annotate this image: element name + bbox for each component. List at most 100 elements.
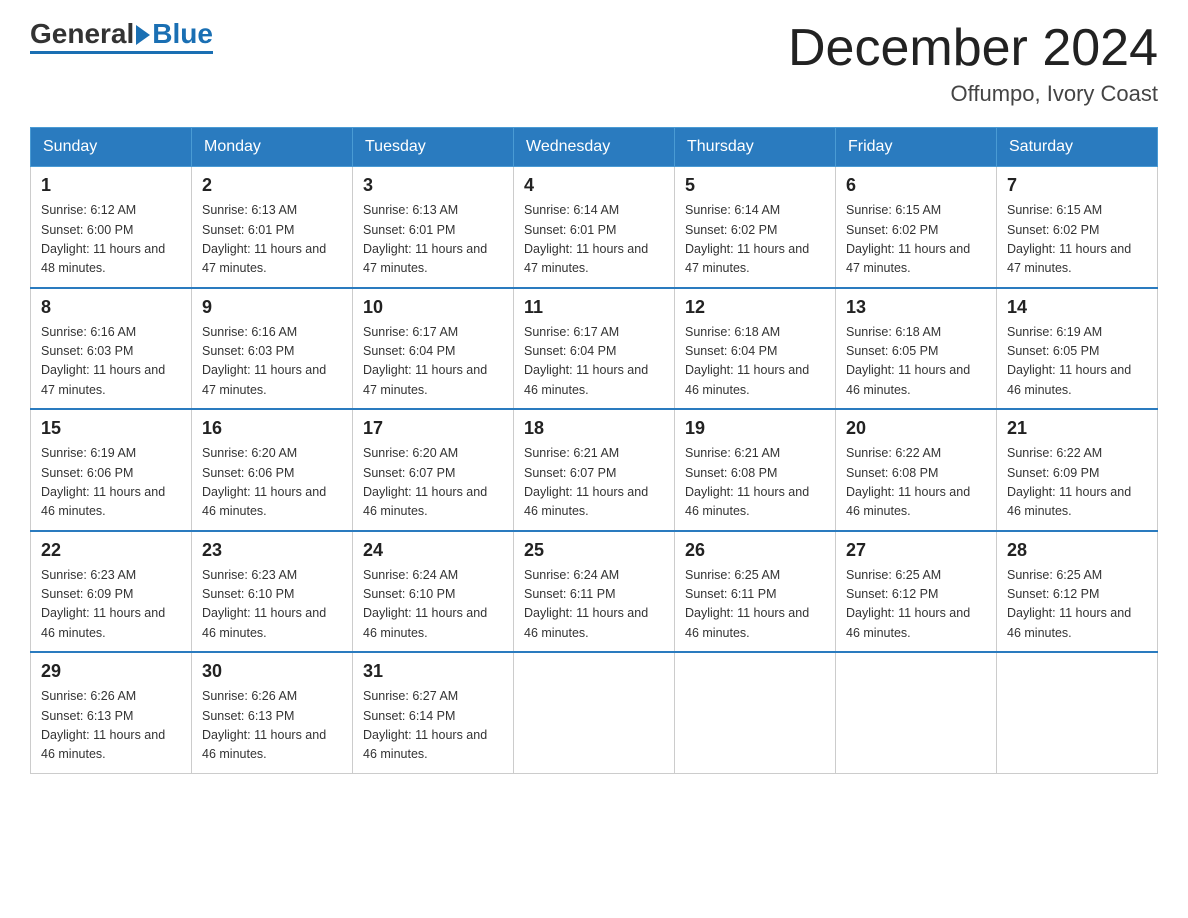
- day-info: Sunrise: 6:13 AMSunset: 6:01 PMDaylight:…: [363, 201, 503, 279]
- calendar-cell: 13 Sunrise: 6:18 AMSunset: 6:05 PMDayligh…: [836, 288, 997, 410]
- day-info: Sunrise: 6:19 AMSunset: 6:06 PMDaylight:…: [41, 444, 181, 522]
- calendar-table: SundayMondayTuesdayWednesdayThursdayFrid…: [30, 127, 1158, 774]
- calendar-cell: 12 Sunrise: 6:18 AMSunset: 6:04 PMDayligh…: [675, 288, 836, 410]
- calendar-cell: 1Sunrise: 6:12 AMSunset: 6:00 PMDaylight…: [31, 167, 192, 288]
- day-number: 30: [202, 661, 342, 682]
- calendar-cell: 23 Sunrise: 6:23 AMSunset: 6:10 PMDayligh…: [192, 531, 353, 653]
- day-number: 25: [524, 540, 664, 561]
- day-info: Sunrise: 6:23 AMSunset: 6:09 PMDaylight:…: [41, 566, 181, 644]
- calendar-cell: [997, 652, 1158, 773]
- calendar-cell: 4 Sunrise: 6:14 AMSunset: 6:01 PMDaylight…: [514, 167, 675, 288]
- day-info: Sunrise: 6:24 AMSunset: 6:11 PMDaylight:…: [524, 566, 664, 644]
- day-number: 15: [41, 418, 181, 439]
- header-saturday: Saturday: [997, 128, 1158, 167]
- calendar-cell: 22 Sunrise: 6:23 AMSunset: 6:09 PMDayligh…: [31, 531, 192, 653]
- day-info: Sunrise: 6:14 AMSunset: 6:01 PMDaylight:…: [524, 201, 664, 279]
- day-info: Sunrise: 6:15 AMSunset: 6:02 PMDaylight:…: [846, 201, 986, 279]
- day-info: Sunrise: 6:19 AMSunset: 6:05 PMDaylight:…: [1007, 323, 1147, 401]
- calendar-cell: 31Sunrise: 6:27 AMSunset: 6:14 PMDayligh…: [353, 652, 514, 773]
- day-number: 2: [202, 175, 342, 196]
- day-info: Sunrise: 6:25 AMSunset: 6:12 PMDaylight:…: [846, 566, 986, 644]
- day-number: 4: [524, 175, 664, 196]
- day-number: 28: [1007, 540, 1147, 561]
- day-number: 19: [685, 418, 825, 439]
- day-info: Sunrise: 6:21 AMSunset: 6:07 PMDaylight:…: [524, 444, 664, 522]
- day-info: Sunrise: 6:14 AMSunset: 6:02 PMDaylight:…: [685, 201, 825, 279]
- day-number: 12: [685, 297, 825, 318]
- day-info: Sunrise: 6:15 AMSunset: 6:02 PMDaylight:…: [1007, 201, 1147, 279]
- logo-underline: [30, 51, 213, 54]
- day-number: 23: [202, 540, 342, 561]
- day-number: 11: [524, 297, 664, 318]
- calendar-cell: 20Sunrise: 6:22 AMSunset: 6:08 PMDayligh…: [836, 409, 997, 531]
- header-tuesday: Tuesday: [353, 128, 514, 167]
- day-info: Sunrise: 6:18 AMSunset: 6:04 PMDaylight:…: [685, 323, 825, 401]
- calendar-cell: 14 Sunrise: 6:19 AMSunset: 6:05 PMDayligh…: [997, 288, 1158, 410]
- day-info: Sunrise: 6:16 AMSunset: 6:03 PMDaylight:…: [41, 323, 181, 401]
- day-number: 14: [1007, 297, 1147, 318]
- day-number: 24: [363, 540, 503, 561]
- day-number: 3: [363, 175, 503, 196]
- day-number: 7: [1007, 175, 1147, 196]
- logo: General Blue: [30, 20, 213, 54]
- day-number: 8: [41, 297, 181, 318]
- calendar-cell: [514, 652, 675, 773]
- day-number: 31: [363, 661, 503, 682]
- day-info: Sunrise: 6:16 AMSunset: 6:03 PMDaylight:…: [202, 323, 342, 401]
- day-number: 16: [202, 418, 342, 439]
- day-info: Sunrise: 6:17 AMSunset: 6:04 PMDaylight:…: [524, 323, 664, 401]
- day-info: Sunrise: 6:26 AMSunset: 6:13 PMDaylight:…: [41, 687, 181, 765]
- location-text: Offumpo, Ivory Coast: [788, 81, 1158, 107]
- calendar-week-5: 29Sunrise: 6:26 AMSunset: 6:13 PMDayligh…: [31, 652, 1158, 773]
- calendar-cell: 9 Sunrise: 6:16 AMSunset: 6:03 PMDaylight…: [192, 288, 353, 410]
- day-number: 17: [363, 418, 503, 439]
- day-number: 21: [1007, 418, 1147, 439]
- header-wednesday: Wednesday: [514, 128, 675, 167]
- logo-arrow-icon: [136, 25, 150, 45]
- header-friday: Friday: [836, 128, 997, 167]
- calendar-cell: 29Sunrise: 6:26 AMSunset: 6:13 PMDayligh…: [31, 652, 192, 773]
- calendar-cell: 10Sunrise: 6:17 AMSunset: 6:04 PMDayligh…: [353, 288, 514, 410]
- header-sunday: Sunday: [31, 128, 192, 167]
- day-info: Sunrise: 6:25 AMSunset: 6:12 PMDaylight:…: [1007, 566, 1147, 644]
- calendar-cell: 5Sunrise: 6:14 AMSunset: 6:02 PMDaylight…: [675, 167, 836, 288]
- calendar-cell: 8 Sunrise: 6:16 AMSunset: 6:03 PMDaylight…: [31, 288, 192, 410]
- calendar-week-4: 22 Sunrise: 6:23 AMSunset: 6:09 PMDayligh…: [31, 531, 1158, 653]
- day-number: 26: [685, 540, 825, 561]
- calendar-cell: 18 Sunrise: 6:21 AMSunset: 6:07 PMDayligh…: [514, 409, 675, 531]
- calendar-cell: 3 Sunrise: 6:13 AMSunset: 6:01 PMDaylight…: [353, 167, 514, 288]
- logo-general-text: General: [30, 20, 134, 48]
- calendar-cell: 2 Sunrise: 6:13 AMSunset: 6:01 PMDaylight…: [192, 167, 353, 288]
- calendar-cell: 16Sunrise: 6:20 AMSunset: 6:06 PMDayligh…: [192, 409, 353, 531]
- calendar-cell: 24 Sunrise: 6:24 AMSunset: 6:10 PMDayligh…: [353, 531, 514, 653]
- month-title: December 2024: [788, 20, 1158, 77]
- day-number: 18: [524, 418, 664, 439]
- day-info: Sunrise: 6:22 AMSunset: 6:09 PMDaylight:…: [1007, 444, 1147, 522]
- day-info: Sunrise: 6:13 AMSunset: 6:01 PMDaylight:…: [202, 201, 342, 279]
- header-thursday: Thursday: [675, 128, 836, 167]
- calendar-cell: 26Sunrise: 6:25 AMSunset: 6:11 PMDayligh…: [675, 531, 836, 653]
- calendar-cell: 7 Sunrise: 6:15 AMSunset: 6:02 PMDaylight…: [997, 167, 1158, 288]
- day-number: 9: [202, 297, 342, 318]
- page-header: General Blue December 2024 Offumpo, Ivor…: [30, 20, 1158, 107]
- calendar-cell: 19 Sunrise: 6:21 AMSunset: 6:08 PMDayligh…: [675, 409, 836, 531]
- day-info: Sunrise: 6:20 AMSunset: 6:07 PMDaylight:…: [363, 444, 503, 522]
- calendar-cell: [675, 652, 836, 773]
- day-info: Sunrise: 6:12 AMSunset: 6:00 PMDaylight:…: [41, 201, 181, 279]
- day-number: 13: [846, 297, 986, 318]
- day-info: Sunrise: 6:17 AMSunset: 6:04 PMDaylight:…: [363, 323, 503, 401]
- calendar-cell: 17 Sunrise: 6:20 AMSunset: 6:07 PMDayligh…: [353, 409, 514, 531]
- header-monday: Monday: [192, 128, 353, 167]
- calendar-cell: 11 Sunrise: 6:17 AMSunset: 6:04 PMDayligh…: [514, 288, 675, 410]
- calendar-week-3: 15 Sunrise: 6:19 AMSunset: 6:06 PMDayligh…: [31, 409, 1158, 531]
- day-info: Sunrise: 6:23 AMSunset: 6:10 PMDaylight:…: [202, 566, 342, 644]
- day-number: 22: [41, 540, 181, 561]
- logo-blue-text: Blue: [152, 20, 213, 48]
- day-info: Sunrise: 6:24 AMSunset: 6:10 PMDaylight:…: [363, 566, 503, 644]
- calendar-cell: 25 Sunrise: 6:24 AMSunset: 6:11 PMDayligh…: [514, 531, 675, 653]
- calendar-cell: 21 Sunrise: 6:22 AMSunset: 6:09 PMDayligh…: [997, 409, 1158, 531]
- day-number: 27: [846, 540, 986, 561]
- day-info: Sunrise: 6:18 AMSunset: 6:05 PMDaylight:…: [846, 323, 986, 401]
- calendar-cell: 28 Sunrise: 6:25 AMSunset: 6:12 PMDayligh…: [997, 531, 1158, 653]
- day-info: Sunrise: 6:21 AMSunset: 6:08 PMDaylight:…: [685, 444, 825, 522]
